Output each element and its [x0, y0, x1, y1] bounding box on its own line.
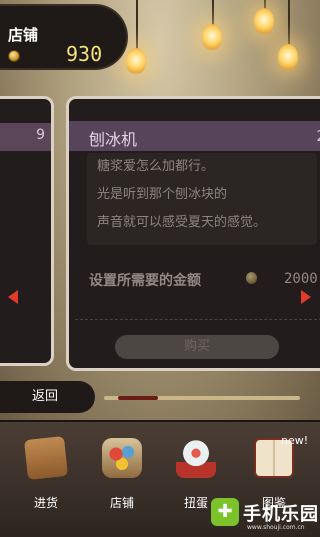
previous-item-band: 9 — [0, 123, 51, 151]
gacha-machine-icon — [176, 438, 216, 478]
light-bulb-icon — [126, 48, 146, 74]
description-line: 声音就可以感受夏天的感觉。 — [97, 215, 267, 230]
scroll-progress — [104, 396, 300, 400]
stock-crate-icon — [24, 436, 68, 480]
arrow-right-icon[interactable] — [301, 290, 311, 304]
coin-icon — [246, 272, 257, 284]
watermark-logo-icon: ✚ — [211, 498, 239, 526]
coin-balance: 930 — [66, 42, 103, 66]
item-price: 2000 — [284, 271, 318, 287]
description-line: 糖浆爱怎么加都行。 — [97, 159, 215, 174]
item-title-band: 刨冰机 2/ — [69, 121, 320, 151]
page-number: 2/ — [316, 127, 320, 145]
back-button[interactable]: 返回 — [0, 381, 95, 413]
new-badge: new! — [281, 434, 309, 447]
nav-item-shop[interactable]: 店铺 — [92, 438, 152, 532]
previous-page-number: 9 — [36, 127, 45, 143]
nav-item-stock[interactable]: 进货 — [16, 436, 76, 532]
light-bulb-icon — [202, 24, 222, 50]
bulb-wire — [212, 0, 214, 26]
bulb-wire — [136, 0, 138, 50]
buy-button[interactable]: 购买 — [115, 335, 279, 359]
divider — [75, 319, 320, 320]
shop-header: 店铺 930 — [0, 4, 128, 70]
watermark-url: www.shouji.com.cn — [247, 524, 305, 531]
watermark: ✚ 手机乐园 www.shouji.com.cn — [211, 496, 320, 534]
bulb-wire — [288, 0, 290, 44]
nav-label: 进货 — [33, 496, 58, 510]
light-bulb-icon — [278, 44, 298, 70]
price-label: 设置所需要的金额 — [89, 273, 201, 289]
item-description: 糖浆爱怎么加都行。 光是听到那个刨冰块的 声音就可以感受夏天的感觉。 — [87, 153, 317, 245]
description-line: 光是听到那个刨冰块的 — [97, 187, 228, 202]
nav-label: 店铺 — [109, 496, 134, 510]
previous-item-panel[interactable]: 9 — [0, 96, 54, 366]
light-bulb-icon — [254, 8, 274, 34]
arrow-left-icon[interactable] — [8, 290, 18, 304]
item-panel: 刨冰机 2/ 糖浆爱怎么加都行。 光是听到那个刨冰块的 声音就可以感受夏天的感觉… — [66, 96, 320, 371]
coin-icon — [8, 50, 20, 62]
watermark-text: 手机乐园 — [243, 504, 319, 525]
shop-basket-icon — [102, 438, 142, 478]
item-name: 刨冰机 — [89, 130, 138, 149]
scroll-progress-fill — [118, 396, 158, 400]
page-title: 店铺 — [8, 26, 39, 44]
